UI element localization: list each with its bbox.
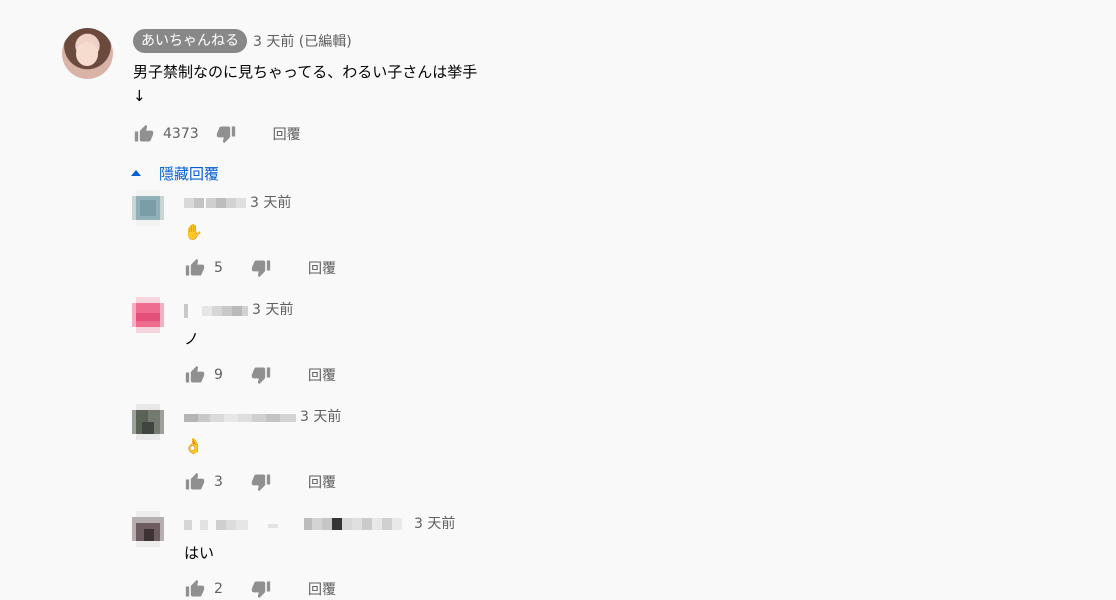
avatar[interactable] [130, 190, 166, 226]
hide-replies-button[interactable]: 隱藏回覆 [131, 158, 773, 188]
reply-timestamp[interactable]: 3 天前 [252, 299, 293, 319]
thumbs-down-icon[interactable] [215, 123, 237, 145]
thumbs-up-icon[interactable] [184, 257, 206, 279]
hide-replies-label: 隱藏回覆 [159, 164, 220, 183]
reply-body: 3 天前 はい 2 回覆 [184, 511, 784, 600]
thumbs-up-icon[interactable] [184, 364, 206, 386]
comment-text: 男子禁制なのに見ちゃってる、わるい子さんは挙手 ↓ [133, 60, 773, 108]
author-name-blurred[interactable] [184, 516, 410, 530]
author-badge[interactable]: あいちゃんねる [133, 29, 247, 53]
thumbs-up-icon[interactable] [184, 578, 206, 600]
avatar[interactable] [130, 297, 166, 333]
reply-text: ✋ [184, 223, 203, 241]
comment-header: あいちゃんねる 3 天前 (已編輯) [133, 28, 773, 54]
reply-body: 3 天前 ノ 9 回覆 [184, 297, 784, 391]
reply-text: はい [184, 544, 215, 562]
thumbs-down-icon[interactable] [250, 471, 272, 493]
like-count: 4373 [163, 126, 199, 142]
like-count: 3 [214, 474, 223, 490]
reply-actions: 5 回覆 [184, 252, 784, 284]
reply-actions: 9 回覆 [184, 359, 784, 391]
thumbs-down-icon[interactable] [250, 257, 272, 279]
reply-header: 3 天前 [184, 297, 784, 321]
reply-timestamp[interactable]: 3 天前 [300, 406, 341, 426]
reply-body: 3 天前 ✋ 5 回覆 [184, 190, 784, 284]
thumbs-up-icon[interactable] [184, 471, 206, 493]
comments-section: あいちゃんねる 3 天前 (已編輯) 男子禁制なのに見ちゃってる、わるい子さんは… [0, 0, 1116, 600]
reply-button[interactable]: 回覆 [308, 579, 336, 599]
reply-button[interactable]: 回覆 [308, 258, 336, 278]
reply-timestamp[interactable]: 3 天前 [250, 192, 291, 212]
thumbs-up-icon[interactable] [133, 123, 155, 145]
avatar[interactable] [130, 511, 166, 547]
like-count: 9 [214, 367, 223, 383]
avatar[interactable] [130, 404, 166, 440]
comment-body: あいちゃんねる 3 天前 (已編輯) 男子禁制なのに見ちゃってる、わるい子さんは… [131, 28, 773, 188]
author-name-blurred[interactable] [184, 195, 246, 209]
reply-button[interactable]: 回覆 [308, 365, 336, 385]
comment-timestamp[interactable]: 3 天前 (已編輯) [253, 31, 352, 51]
author-name-blurred[interactable] [184, 409, 296, 423]
caret-up-icon [131, 170, 141, 176]
like-count: 5 [214, 260, 223, 276]
reply-text: ノ [184, 330, 200, 348]
comment-actions: 4373 回覆 [133, 118, 773, 150]
thumbs-down-icon[interactable] [250, 364, 272, 386]
reply-timestamp[interactable]: 3 天前 [414, 513, 455, 533]
avatar[interactable] [62, 28, 113, 79]
thumbs-down-icon[interactable] [250, 578, 272, 600]
comment-text-line-2: ↓ [133, 87, 146, 105]
reply-button[interactable]: 回覆 [273, 124, 301, 144]
reply-header: 3 天前 [184, 404, 784, 428]
comment-text-line-1: 男子禁制なのに見ちゃってる、わるい子さんは挙手 [133, 63, 478, 81]
author-name-blurred[interactable] [184, 302, 248, 318]
reply-body: 3 天前 👌 3 回覆 [184, 404, 784, 498]
reply-header: 3 天前 [184, 190, 784, 214]
like-count: 2 [214, 581, 223, 597]
reply-text: 👌 [184, 437, 203, 455]
reply-actions: 3 回覆 [184, 466, 784, 498]
reply-button[interactable]: 回覆 [308, 472, 336, 492]
reply-header: 3 天前 [184, 511, 784, 535]
reply-actions: 2 回覆 [184, 573, 784, 600]
